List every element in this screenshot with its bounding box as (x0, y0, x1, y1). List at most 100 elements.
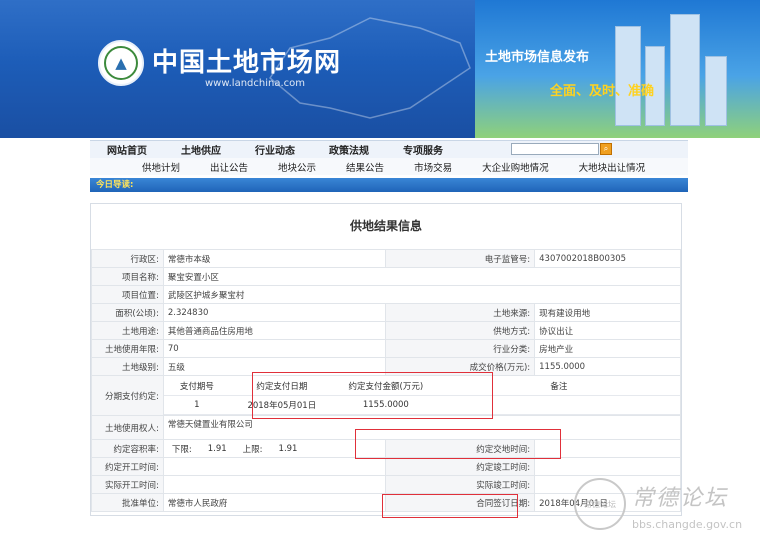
forum-name: 常德论坛 (632, 486, 729, 511)
area-value: 2.324830 (162, 303, 386, 322)
pay-header-date: 约定支付日期 (229, 376, 334, 396)
price-label: 成交价格(万元): (384, 357, 536, 376)
nav-sub-large-parcel[interactable]: 大地块出让情况 (564, 160, 661, 174)
forum-url: bbs.changde.gov.cn (632, 518, 743, 531)
years-label: 土地使用年限: (91, 339, 164, 358)
building-icon (670, 14, 700, 126)
pay-remark (437, 395, 680, 415)
nav-sub-parcel-public[interactable]: 地块公示 (263, 160, 331, 174)
actual-finish-label: 实际竣工时间: (384, 475, 536, 494)
table-row: 1 2018年05月01日 1155.0000 (163, 395, 680, 415)
table-row: 约定开工时间: 约定竣工时间: (91, 457, 681, 476)
banner-slogan: 全面、及时、准确 (550, 84, 655, 99)
forum-watermark: 常德论坛 常德论坛 bbs.changde.gov.cn (568, 474, 754, 542)
table-row: 行政区: 常德市本级 电子监管号: 4307002018B00305 (91, 249, 681, 268)
contract-label: 合同签订日期: (384, 493, 536, 512)
banner-title: 土地市场信息发布 (485, 50, 590, 65)
pay-date: 2018年05月01日 (229, 395, 334, 415)
table-row: 项目名称: 聚宝安置小区 (91, 267, 682, 286)
upper-value: 1.91 (278, 443, 298, 454)
actual-start-label: 实际开工时间: (91, 475, 164, 494)
plot-ratio-cell: 下限: 1.91 上限: 1.91 (162, 439, 386, 458)
nav-policies[interactable]: 政策法规 (312, 142, 386, 157)
nav-special-services[interactable]: 专项服务 (386, 142, 460, 157)
source-label: 土地来源: (384, 303, 536, 322)
nav-sub-transfer-notice[interactable]: 出让公告 (195, 160, 263, 174)
location-value: 武陵区护城乡聚宝村 (162, 285, 682, 304)
user-label: 土地使用权人: (91, 415, 164, 440)
supervision-label: 电子监管号: (384, 249, 536, 268)
plot-ratio-limits: 下限: 1.91 上限: 1.91 (164, 440, 385, 457)
site-title[interactable]: 中国土地市场网 (152, 42, 341, 79)
table-row: 面积(公顷): 2.324830 土地来源: 现有建设用地 (91, 303, 681, 322)
finish-value (534, 457, 681, 476)
industry-label: 行业分类: (384, 339, 536, 358)
usage-label: 土地用途: (91, 321, 164, 340)
start-value (162, 457, 386, 476)
years-value: 70 (162, 339, 386, 358)
installment-label: 分期支付约定: (91, 375, 164, 416)
nav-land-supply[interactable]: 土地供应 (164, 142, 238, 157)
nav-secondary: 供地计划 出让公告 地块公示 结果公告 市场交易 大企业购地情况 大地块出让情况 (90, 158, 688, 175)
area-label: 面积(公顷): (91, 303, 164, 322)
district-label: 行政区: (91, 249, 164, 268)
nav-sub-result-notice[interactable]: 结果公告 (331, 160, 399, 174)
site-header: ▲ 中国土地市场网 www.landchina.com 土地市场信息发布 全面、… (0, 0, 760, 138)
price-value: 1155.0000 (534, 357, 681, 376)
table-row: 分期支付约定: 支付期号 约定支付日期 约定支付金额(万元) 备注 1 2018… (91, 375, 682, 416)
table-row: 项目位置: 武陵区护城乡聚宝村 (91, 285, 682, 304)
result-content: 供地结果信息 行政区: 常德市本级 电子监管号: 4307002018B0030… (90, 203, 682, 516)
pay-amount: 1155.0000 (333, 395, 438, 415)
start-label: 约定开工时间: (91, 457, 164, 476)
pay-header-period: 支付期号 (163, 376, 230, 396)
lower-value: 1.91 (207, 443, 227, 454)
search-input[interactable] (511, 143, 599, 155)
table-row: 约定容积率: 下限: 1.91 上限: 1.91 约定交地时间: (91, 439, 681, 458)
delivery-label: 约定交地时间: (384, 439, 536, 458)
plot-ratio-label: 约定容积率: (91, 439, 164, 458)
pay-header-remark: 备注 (437, 376, 680, 396)
pay-period: 1 (163, 395, 230, 415)
site-url: www.landchina.com (205, 78, 306, 89)
source-value: 现有建设用地 (534, 303, 681, 322)
table-row: 土地用途: 其他普通商品住房用地 供地方式: 协议出让 (91, 321, 681, 340)
nav-home[interactable]: 网站首页 (90, 142, 164, 157)
supervision-value: 4307002018B00305 (534, 249, 681, 268)
installment-table: 支付期号 约定支付日期 约定支付金额(万元) 备注 1 2018年05月01日 … (163, 376, 680, 415)
grade-label: 土地级别: (91, 357, 164, 376)
installment-cell: 支付期号 约定支付日期 约定支付金额(万元) 备注 1 2018年05月01日 … (162, 375, 682, 416)
header-banner: 土地市场信息发布 全面、及时、准确 (475, 0, 760, 138)
grade-value: 五级 (162, 357, 386, 376)
building-icon (705, 56, 727, 126)
nav-sub-market-trade[interactable]: 市场交易 (399, 160, 467, 174)
project-name-label: 项目名称: (91, 267, 164, 286)
actual-start-value (162, 475, 386, 494)
district-value: 常德市本级 (162, 249, 386, 268)
supply-method-label: 供地方式: (384, 321, 536, 340)
main-navigation: 网站首页 土地供应 行业动态 政策法规 专项服务 ⌕ 供地计划 出让公告 地块公… (90, 140, 688, 175)
approver-value: 常德市人民政府 (162, 493, 386, 512)
supply-method-value: 协议出让 (534, 321, 681, 340)
table-row: 土地使用年限: 70 行业分类: 房地产业 (91, 339, 681, 358)
table-row: 土地使用权人: 常德天健置业有限公司 (91, 415, 682, 440)
industry-value: 房地产业 (534, 339, 681, 358)
result-info-table: 行政区: 常德市本级 电子监管号: 4307002018B00305 项目名称:… (91, 249, 682, 512)
pay-header-amount: 约定支付金额(万元) (333, 376, 438, 396)
site-logo-icon[interactable]: ▲ (98, 40, 144, 86)
user-value: 常德天健置业有限公司 (162, 415, 682, 440)
page-title: 供地结果信息 (349, 219, 422, 233)
finish-label: 约定竣工时间: (384, 457, 536, 476)
delivery-value (534, 439, 681, 458)
nav-sub-enterprise-purchase[interactable]: 大企业购地情况 (467, 160, 564, 174)
location-label: 项目位置: (91, 285, 164, 304)
search-icon[interactable]: ⌕ (600, 143, 612, 155)
upper-label: 上限: (242, 444, 263, 455)
nav-industry-news[interactable]: 行业动态 (238, 142, 312, 157)
table-row: 支付期号 约定支付日期 约定支付金额(万元) 备注 (163, 376, 680, 396)
usage-value: 其他普通商品住房用地 (162, 321, 386, 340)
table-row: 土地级别: 五级 成交价格(万元): 1155.0000 (91, 357, 681, 376)
today-guide-label: 今日导读: (96, 180, 134, 190)
nav-sub-supply-plan[interactable]: 供地计划 (90, 160, 195, 174)
approver-label: 批准单位: (91, 493, 164, 512)
forum-seal-icon: 常德论坛 (574, 478, 626, 530)
